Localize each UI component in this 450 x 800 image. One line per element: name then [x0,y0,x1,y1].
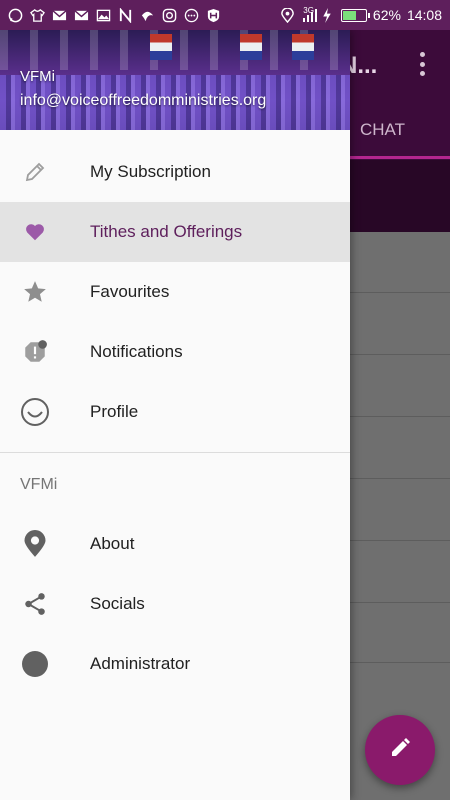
compose-fab[interactable] [365,715,435,785]
menu-item-about[interactable]: About [0,514,350,574]
menu-item-notifications[interactable]: Notifications [0,322,350,382]
share-icon [20,589,50,619]
app-icon [140,8,155,23]
tab-indicator [340,156,450,159]
clock: 14:08 [406,7,442,23]
menu-item-label: Socials [90,594,145,613]
app-n-icon [118,7,133,23]
section-header-vfmi: VFMi [20,476,58,493]
battery-icon [340,8,370,22]
menu-item-label: My Subscription [90,162,211,181]
network-type: 3G [303,5,314,15]
location-icon [280,7,295,23]
menu-item-label: Favourites [90,282,170,301]
battery-percent: 62% [372,7,401,23]
header-image [150,34,172,60]
heart-icon [20,217,50,247]
menu-item-my-subscription[interactable]: My Subscription [0,142,350,202]
header-image [240,34,262,60]
star-icon [20,277,50,307]
notification-icons [8,7,221,23]
account-name: VFMi [20,68,55,85]
drawer-header: VFMi info@voiceoffreedomministries.org [0,30,350,130]
charging-icon [320,7,335,23]
tab-chat[interactable]: CHAT [360,120,405,140]
shirt-icon [30,8,45,23]
pencil-icon [388,736,412,765]
location-pin-icon [20,529,50,559]
header-image [292,34,314,60]
overflow-menu-icon[interactable] [414,52,430,76]
menu-item-administrator[interactable]: Administrator [0,634,350,694]
menu-item-label: About [90,534,135,553]
gmail-icon [74,8,89,23]
menu-item-favourites[interactable]: Favourites [0,262,350,322]
app-shield-icon [206,8,221,23]
menu-item-label: Tithes and Offerings [90,222,243,241]
more-icon [184,8,199,23]
image-icon [96,8,111,23]
menu-item-tithes-and-offerings[interactable]: Tithes and Offerings [0,202,350,262]
pencil-icon [20,157,50,187]
navigation-drawer: VFMi info@voiceoffreedomministries.org M… [0,30,350,800]
divider [0,452,350,453]
gmail-icon [52,8,67,23]
menu-item-socials[interactable]: Socials [0,574,350,634]
notification-icon [20,337,50,367]
smile-icon [20,397,50,427]
menu-item-profile[interactable]: Profile [0,382,350,442]
whatsapp-icon [8,8,23,23]
menu-item-label: Profile [90,402,139,421]
menu-item-label: Administrator [90,654,191,673]
system-status: 3G 62% 14:08 [280,5,442,23]
status-bar: 3G 62% 14:08 [0,0,450,30]
instagram-icon [162,8,177,23]
account-email: info@voiceoffreedomministries.org [20,92,267,109]
menu-item-label: Notifications [90,342,183,361]
circle-icon [20,649,50,679]
